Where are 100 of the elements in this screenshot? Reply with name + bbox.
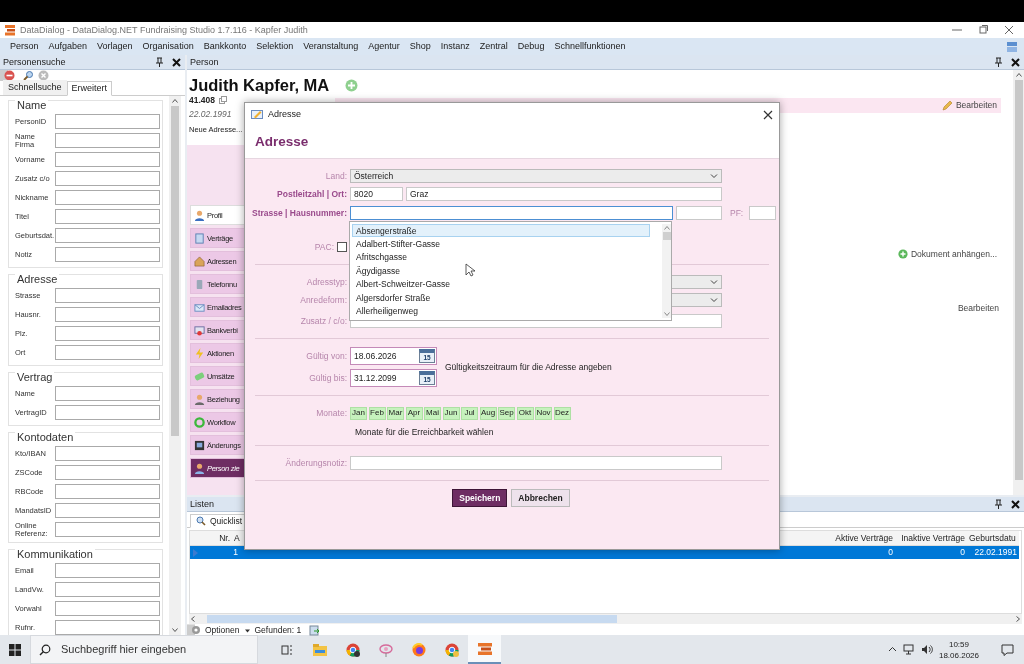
input-field[interactable]	[55, 386, 160, 401]
scrollbar-thumb[interactable]	[662, 232, 671, 240]
input-field[interactable]	[55, 345, 160, 360]
month-toggle[interactable]: Jul	[461, 406, 478, 420]
pin-icon[interactable]	[993, 498, 1004, 510]
input-field[interactable]: Graz	[406, 187, 722, 201]
input-field[interactable]	[55, 133, 160, 148]
input-field[interactable]	[55, 171, 160, 186]
notification-icon[interactable]	[1001, 643, 1014, 656]
edit-link[interactable]: Bearbeiten	[955, 100, 997, 111]
month-toggle[interactable]: Mar	[387, 406, 404, 420]
input-field[interactable]	[55, 465, 160, 480]
close-icon[interactable]	[171, 56, 182, 68]
input-field[interactable]	[55, 405, 160, 420]
input-field[interactable]	[55, 620, 160, 635]
remove-icon[interactable]	[4, 70, 15, 81]
month-toggle[interactable]: Feb	[368, 406, 386, 420]
input-field[interactable]	[55, 326, 160, 341]
tab[interactable]: Erweitert	[66, 81, 113, 96]
input-field[interactable]	[55, 522, 160, 537]
menu-item[interactable]: Agentur	[363, 41, 405, 52]
input-field[interactable]	[55, 152, 160, 167]
month-toggle[interactable]: Nov	[535, 406, 552, 420]
menu-item[interactable]: Schnellfunktionen	[549, 41, 631, 52]
input-field[interactable]	[676, 206, 722, 220]
month-toggle[interactable]: Apr	[405, 406, 423, 420]
input-field[interactable]	[55, 563, 160, 578]
column-header[interactable]: Nr.	[194, 532, 232, 544]
search-icon[interactable]	[23, 70, 34, 81]
suggestion-item[interactable]: Absengerstraße	[352, 224, 650, 238]
search-field[interactable]: Suchbegriff hier eingeben	[30, 635, 258, 664]
close-icon[interactable]	[1010, 498, 1021, 510]
input-field[interactable]	[55, 582, 160, 597]
suggestion-item[interactable]: Afritschgasse	[352, 250, 650, 265]
add-icon[interactable]	[898, 249, 908, 260]
checkbox[interactable]	[337, 242, 347, 252]
menu-item[interactable]: Organisation	[137, 41, 199, 52]
suggestion-item[interactable]: Algersdorfer Straße	[352, 291, 650, 305]
month-toggle[interactable]: Okt	[516, 406, 534, 420]
suggestion-item[interactable]: Ägydigasse	[352, 264, 650, 278]
input-field[interactable]	[55, 247, 160, 262]
month-toggle[interactable]: Jun	[442, 406, 460, 420]
volume-icon[interactable]	[920, 644, 933, 655]
input-field[interactable]	[55, 288, 160, 303]
menu-item[interactable]: Person	[5, 41, 44, 52]
menu-item[interactable]: Debug	[512, 41, 550, 52]
month-toggle[interactable]: Dez	[553, 406, 571, 420]
network-icon[interactable]	[902, 644, 915, 655]
pin-icon[interactable]	[993, 56, 1004, 68]
input-field[interactable]	[55, 190, 160, 205]
input-field[interactable]	[55, 601, 160, 616]
button[interactable]: Abbrechen	[511, 489, 570, 508]
suggestion-item[interactable]: Adalbert-Stifter-Gasse	[352, 237, 650, 251]
menu-item[interactable]: Shop	[404, 41, 436, 52]
dropdown[interactable]: Österreich	[350, 169, 722, 183]
menu-item[interactable]: Vorlagen	[92, 41, 138, 52]
taskbar-app[interactable]	[468, 635, 501, 664]
column-header[interactable]: Inaktive Verträge	[895, 532, 967, 544]
pin-icon[interactable]	[154, 56, 165, 68]
menu-item[interactable]: Selektion	[251, 41, 299, 52]
copy-icon[interactable]	[219, 96, 227, 105]
scrollbar[interactable]	[189, 614, 1022, 624]
column-header[interactable]: Aktive Verträge	[821, 532, 895, 544]
input-field[interactable]	[749, 206, 777, 220]
month-toggle[interactable]: Mai	[424, 406, 441, 420]
button[interactable]: Speichern	[452, 489, 508, 508]
input-field[interactable]	[55, 307, 160, 322]
chevron-up-icon[interactable]	[887, 645, 897, 654]
menu-item[interactable]: Veranstaltung	[298, 41, 364, 52]
input-field[interactable]	[55, 228, 160, 243]
menu-item[interactable]: Zentral	[474, 41, 513, 52]
input-field[interactable]	[55, 446, 160, 461]
scrollbar[interactable]	[1013, 70, 1024, 495]
input-field[interactable]	[55, 484, 160, 499]
clear-icon[interactable]	[38, 70, 49, 81]
menu-item[interactable]: Aufgaben	[43, 41, 93, 52]
scrollbar[interactable]	[662, 224, 671, 318]
input-field[interactable]	[350, 456, 722, 471]
attach-document-link[interactable]: Dokument anhängen...	[911, 249, 997, 260]
month-toggle[interactable]: Aug	[479, 406, 497, 420]
input-field[interactable]: 8020	[350, 187, 403, 201]
suggestion-item[interactable]: Allerheiligenweg	[352, 304, 650, 318]
month-toggle[interactable]: Jan	[350, 406, 367, 420]
column-header[interactable]: A	[232, 532, 244, 544]
input-field[interactable]	[55, 503, 160, 518]
menu-item[interactable]: Bankkonto	[198, 41, 252, 52]
input-field[interactable]	[350, 206, 673, 220]
menu-item[interactable]: Instanz	[435, 41, 475, 52]
input-field[interactable]	[55, 114, 160, 129]
input-field[interactable]	[55, 209, 160, 224]
scrollbar[interactable]	[169, 96, 181, 635]
edit-link[interactable]: Bearbeiten	[957, 303, 999, 314]
suggestion-item[interactable]: Albert-Schweitzer-Gasse	[352, 277, 650, 292]
tab[interactable]: Schnellsuche	[3, 80, 67, 95]
add-icon[interactable]	[345, 79, 359, 92]
close-icon[interactable]	[763, 109, 773, 120]
options-button[interactable]: Optionen	[191, 624, 240, 636]
column-header[interactable]: Geburtsdatu	[967, 532, 1019, 544]
export-icon[interactable]	[309, 624, 321, 636]
month-toggle[interactable]: Sep	[498, 406, 515, 420]
